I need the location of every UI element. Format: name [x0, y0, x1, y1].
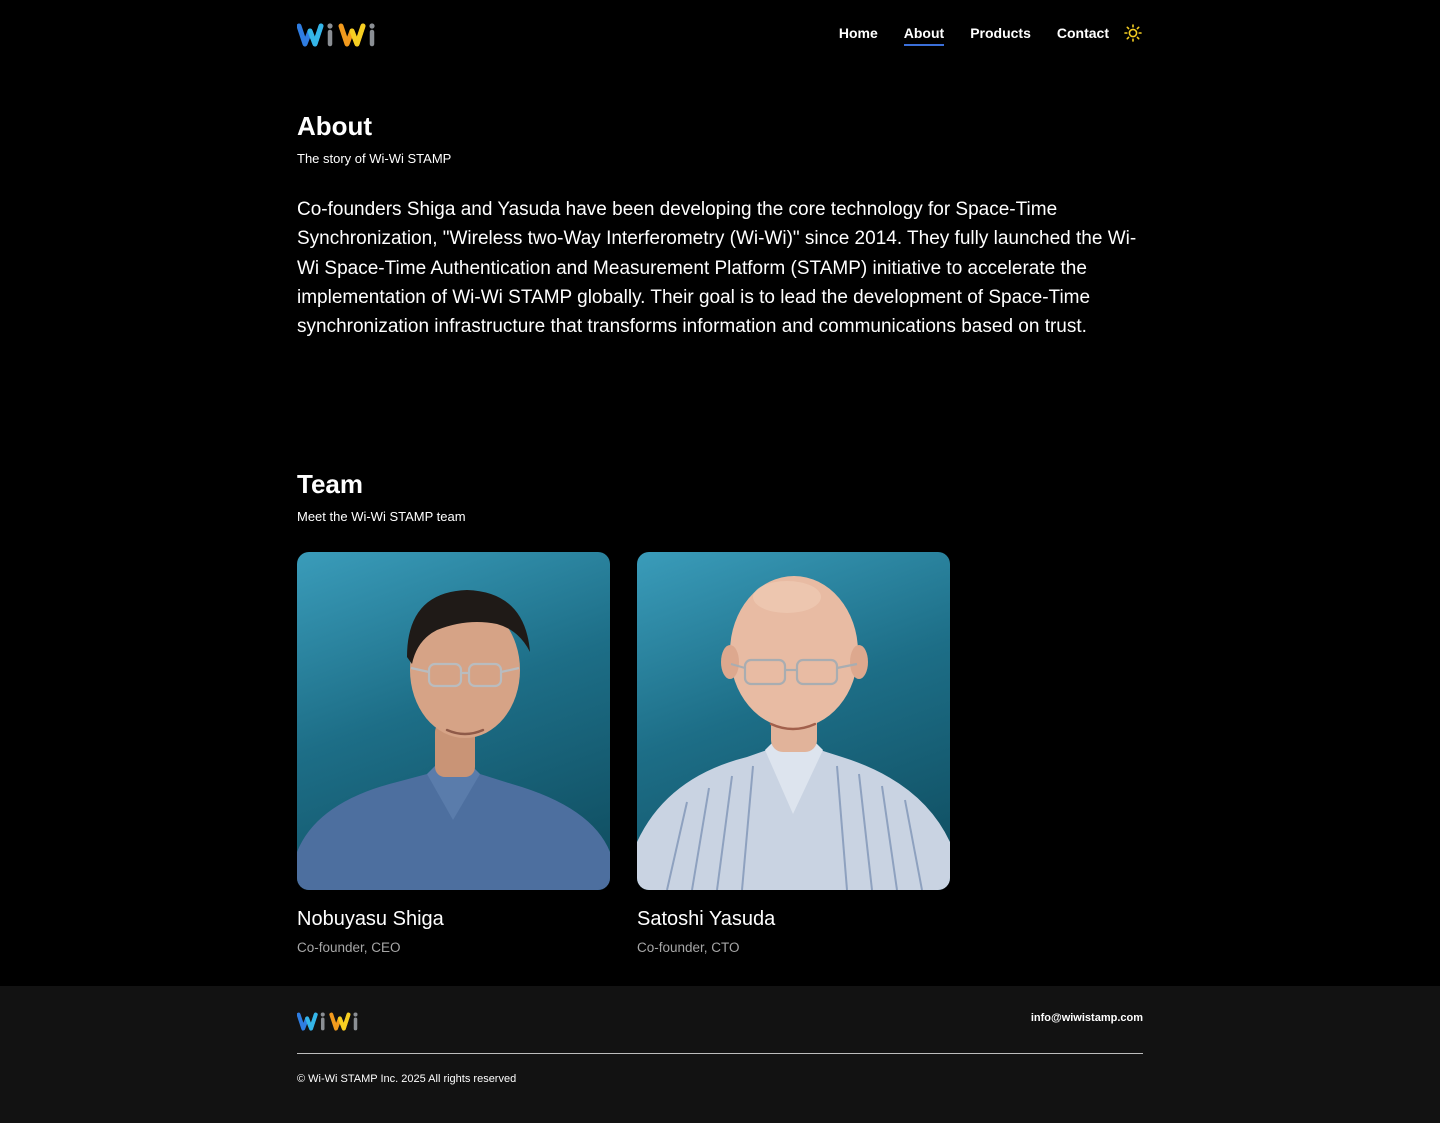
- about-body: Co-founders Shiga and Yasuda have been d…: [297, 199, 1137, 338]
- member-name: Nobuyasu Shiga: [297, 908, 444, 930]
- team-card: Satoshi Yasuda Co-founder, CTO: [637, 552, 950, 957]
- footer-divider: [297, 1053, 1143, 1054]
- site-header: Home About Products Contact: [296, 0, 1143, 66]
- member-role: Co-founder, CTO: [637, 940, 740, 955]
- team-card: Nobuyasu Shiga Co-founder, CEO: [297, 552, 610, 957]
- person-portrait-icon: [297, 590, 610, 890]
- member-photo: [297, 552, 610, 890]
- member-photo: [637, 552, 950, 890]
- about-subtitle: The story of Wi-Wi STAMP: [297, 151, 452, 166]
- sun-icon: [1124, 24, 1142, 42]
- footer-email-link[interactable]: info@wiwistamp.com: [1031, 1011, 1143, 1025]
- team-subtitle: Meet the Wi-Wi STAMP team: [297, 509, 466, 524]
- person-portrait-icon: [637, 576, 950, 890]
- footer-logo[interactable]: [296, 1008, 375, 1032]
- nav-about[interactable]: About: [903, 22, 945, 46]
- member-role: Co-founder, CEO: [297, 940, 401, 955]
- footer-copyright: © Wi-Wi STAMP Inc. 2025 All rights reser…: [297, 1073, 517, 1085]
- nav-products[interactable]: Products: [970, 22, 1031, 44]
- wiwi-logo[interactable]: [296, 18, 397, 48]
- site-footer: info@wiwistamp.com © Wi-Wi STAMP Inc. 20…: [0, 986, 1440, 1123]
- wiwi-logo-icon: [296, 23, 375, 47]
- nav-contact[interactable]: Contact: [1057, 22, 1109, 44]
- theme-toggle-button[interactable]: [1123, 23, 1143, 43]
- wiwi-logo-icon: [296, 1012, 358, 1031]
- main-nav: Home About Products Contact: [813, 22, 1143, 46]
- member-name: Satoshi Yasuda: [637, 908, 776, 930]
- about-title: About: [297, 111, 373, 141]
- nav-home[interactable]: Home: [839, 22, 878, 44]
- team-title: Team: [297, 469, 363, 499]
